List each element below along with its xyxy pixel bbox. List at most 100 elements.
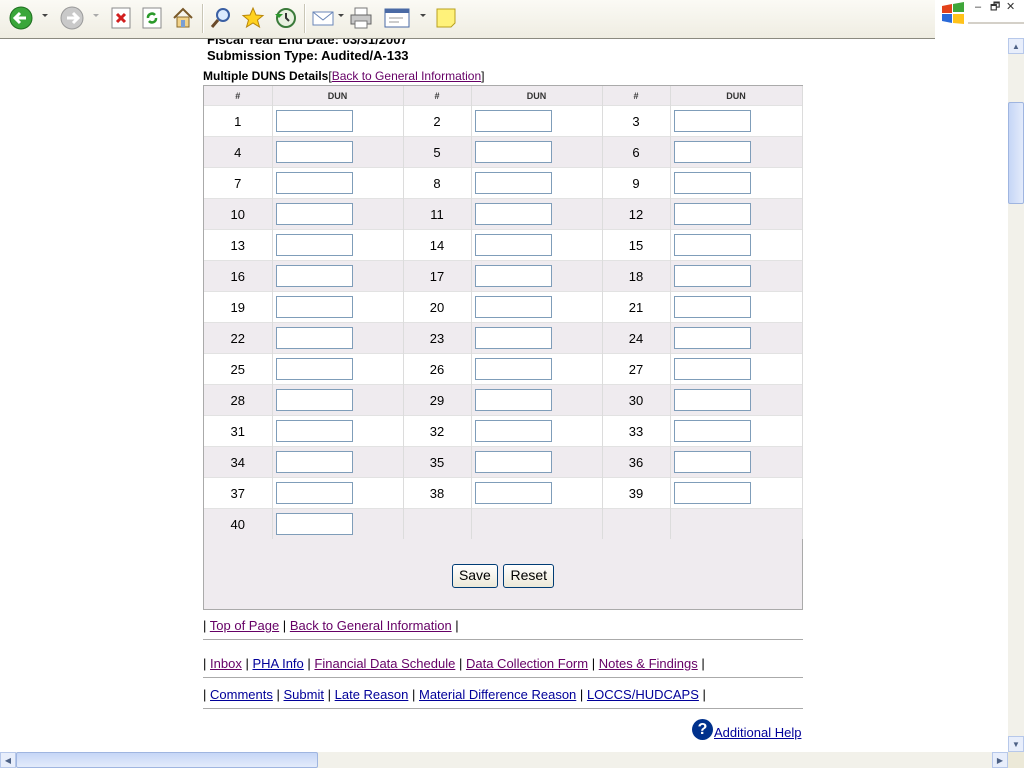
- edit-dropdown-icon[interactable]: [420, 14, 426, 17]
- dun-input[interactable]: [474, 110, 552, 132]
- back-icon[interactable]: [8, 5, 34, 31]
- duns-field-cell: [471, 322, 603, 354]
- scroll-up-icon[interactable]: ▲: [1008, 38, 1024, 54]
- favorites-icon[interactable]: [240, 5, 266, 31]
- dun-input[interactable]: [275, 265, 353, 287]
- stop-icon[interactable]: [108, 5, 134, 31]
- dun-input[interactable]: [275, 327, 353, 349]
- dun-input[interactable]: [474, 265, 552, 287]
- forward-dropdown-icon[interactable]: [93, 14, 99, 17]
- top-of-page-link[interactable]: Top of Page: [210, 618, 279, 633]
- dun-input[interactable]: [673, 110, 751, 132]
- nav-separator: |: [458, 656, 463, 671]
- dun-input[interactable]: [673, 482, 751, 504]
- nav-secondary-line: | Comments | Submit | Late Reason | Mate…: [203, 687, 706, 702]
- edit-icon[interactable]: [384, 5, 410, 31]
- dun-input[interactable]: [474, 482, 552, 504]
- dun-input[interactable]: [474, 203, 552, 225]
- dun-input[interactable]: [673, 141, 751, 163]
- dun-input[interactable]: [474, 358, 552, 380]
- nav-separator: |: [245, 656, 249, 671]
- refresh-icon[interactable]: [139, 5, 165, 31]
- back-to-general-info-link[interactable]: Back to General Information: [332, 69, 481, 83]
- mail-icon[interactable]: [310, 5, 336, 31]
- dun-input[interactable]: [673, 389, 751, 411]
- scroll-right-icon[interactable]: ▶: [992, 752, 1008, 768]
- duns-number-cell: 11: [403, 198, 472, 230]
- col-dun-header: DUN: [471, 86, 603, 106]
- dun-input[interactable]: [474, 420, 552, 442]
- additional-help-link[interactable]: Additional Help: [714, 725, 801, 740]
- note-icon[interactable]: [433, 5, 459, 31]
- horizontal-scroll-thumb[interactable]: [16, 752, 318, 768]
- notes-findings-link[interactable]: Notes & Findings: [599, 656, 698, 671]
- col-num-header: #: [602, 86, 671, 106]
- dun-input[interactable]: [673, 451, 751, 473]
- home-icon[interactable]: [170, 5, 196, 31]
- mail-dropdown-icon[interactable]: [338, 14, 344, 17]
- dun-input[interactable]: [275, 203, 353, 225]
- save-button[interactable]: Save: [451, 564, 498, 588]
- dun-input[interactable]: [474, 327, 552, 349]
- duns-number-cell: 27: [602, 353, 671, 385]
- scroll-left-icon[interactable]: ◀: [0, 752, 16, 768]
- dun-input[interactable]: [673, 296, 751, 318]
- forward-icon[interactable]: [59, 5, 85, 31]
- dun-input[interactable]: [673, 172, 751, 194]
- dun-input[interactable]: [673, 203, 751, 225]
- horizontal-scrollbar[interactable]: ◀ ▶: [0, 752, 1008, 768]
- duns-row: 10 11 12: [204, 198, 803, 230]
- print-icon[interactable]: [348, 5, 374, 31]
- dun-input[interactable]: [275, 172, 353, 194]
- dun-input[interactable]: [275, 234, 353, 256]
- late-reason-link[interactable]: Late Reason: [335, 687, 409, 702]
- comments-link[interactable]: Comments: [210, 687, 273, 702]
- pha-info-link[interactable]: PHA Info: [252, 656, 303, 671]
- close-button[interactable]: ✕: [1006, 2, 1015, 13]
- dun-input[interactable]: [673, 358, 751, 380]
- duns-number-cell: 21: [602, 291, 671, 323]
- dun-input[interactable]: [474, 141, 552, 163]
- dun-input[interactable]: [275, 482, 353, 504]
- duns-table: # DUN # DUN # DUN 1 2 3 4 5 6 7 8 9 10 11 12 13 14 15 1…: [204, 86, 803, 539]
- reset-button[interactable]: Reset: [503, 564, 555, 588]
- help-icon[interactable]: ?: [692, 719, 713, 740]
- dun-input[interactable]: [673, 234, 751, 256]
- dun-input[interactable]: [474, 172, 552, 194]
- dun-input[interactable]: [275, 141, 353, 163]
- dun-input[interactable]: [275, 358, 353, 380]
- restore-button[interactable]: 🗗: [990, 2, 1000, 13]
- dun-input[interactable]: [474, 296, 552, 318]
- data-collection-form-link[interactable]: Data Collection Form: [466, 656, 588, 671]
- submit-link[interactable]: Submit: [284, 687, 324, 702]
- dun-input[interactable]: [673, 265, 751, 287]
- dun-input[interactable]: [673, 327, 751, 349]
- scrollbar-corner: [1008, 752, 1024, 768]
- search-icon[interactable]: [208, 5, 234, 31]
- scroll-down-icon[interactable]: ▼: [1008, 736, 1024, 752]
- duns-field-cell: [670, 477, 803, 509]
- inbox-link[interactable]: Inbox: [210, 656, 242, 671]
- financial-data-schedule-link[interactable]: Financial Data Schedule: [314, 656, 455, 671]
- dun-input[interactable]: [474, 451, 552, 473]
- back-to-general-info-link[interactable]: Back to General Information: [290, 618, 452, 633]
- duns-number-cell: 24: [602, 322, 671, 354]
- dun-input[interactable]: [275, 451, 353, 473]
- dun-input[interactable]: [673, 420, 751, 442]
- dun-input[interactable]: [474, 389, 552, 411]
- dun-input[interactable]: [275, 389, 353, 411]
- history-icon[interactable]: [272, 5, 298, 31]
- dun-input[interactable]: [275, 420, 353, 442]
- duns-field-cell: [670, 167, 803, 199]
- minimize-button[interactable]: –: [975, 2, 981, 13]
- back-dropdown-icon[interactable]: [42, 14, 48, 17]
- dun-input[interactable]: [474, 234, 552, 256]
- material-difference-reason-link[interactable]: Material Difference Reason: [419, 687, 576, 702]
- col-dun-header: DUN: [670, 86, 803, 106]
- dun-input[interactable]: [275, 296, 353, 318]
- loccs-hudcaps-link[interactable]: LOCCS/HUDCAPS: [587, 687, 699, 702]
- vertical-scroll-thumb[interactable]: [1008, 102, 1024, 204]
- dun-input[interactable]: [275, 110, 353, 132]
- vertical-scrollbar[interactable]: ▲ ▼: [1008, 38, 1024, 752]
- dun-input[interactable]: [275, 513, 353, 535]
